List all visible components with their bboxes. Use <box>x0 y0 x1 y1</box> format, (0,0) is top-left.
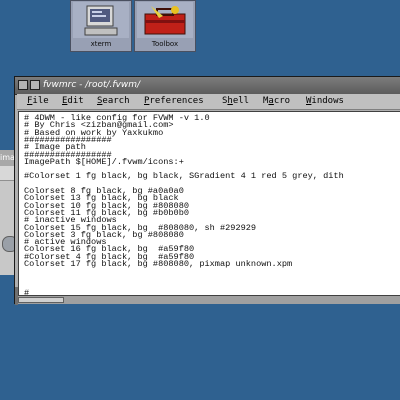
horizontal-scrollbar[interactable] <box>18 295 400 304</box>
text-editor-area[interactable]: # 4DWM - like config for FVWM -v 1.0 # By… <box>18 111 400 296</box>
menu-preferences[interactable]: Preferences <box>144 94 204 109</box>
menu-edit[interactable]: Edit <box>62 94 84 109</box>
menu-shell[interactable]: Shell <box>222 94 249 109</box>
xterm-desktop-icon[interactable]: xterm <box>70 0 132 52</box>
menu-windows[interactable]: Windows <box>306 94 344 109</box>
monitor-icon <box>73 2 129 38</box>
window-menu-button[interactable] <box>18 80 28 90</box>
scrollbar-thumb[interactable] <box>18 297 64 303</box>
toolbox-desktop-icon[interactable]: Toolbox <box>134 0 196 52</box>
toolbox-icon-label: Toolbox <box>151 40 179 48</box>
menu-file[interactable]: File <box>27 94 49 109</box>
xterm-icon-label: xterm <box>90 40 112 48</box>
menu-bar: File Edit Search Preferences Shell Macro… <box>17 94 400 110</box>
editor-line: ImagePath $[HOME]/.fvwm/icons:+ <box>24 156 184 167</box>
menu-search[interactable]: Search <box>97 94 130 109</box>
window-titlebar[interactable]: fvwmrc - /root/.fvwm/ <box>15 77 400 95</box>
editor-window[interactable]: fvwmrc - /root/.fvwm/ File Edit Search P… <box>14 76 400 305</box>
window-title: fvwmrc - /root/.fvwm/ <box>43 80 141 90</box>
minimize-button[interactable] <box>30 80 40 90</box>
toolbox-icon <box>137 2 193 38</box>
editor-line: Colorset 17 fg black, bg #808080, pixmap… <box>24 259 293 269</box>
menu-macro[interactable]: Macro <box>263 94 290 109</box>
editor-line: #Colorset 1 fg black, bg black, SGradien… <box>24 171 344 182</box>
